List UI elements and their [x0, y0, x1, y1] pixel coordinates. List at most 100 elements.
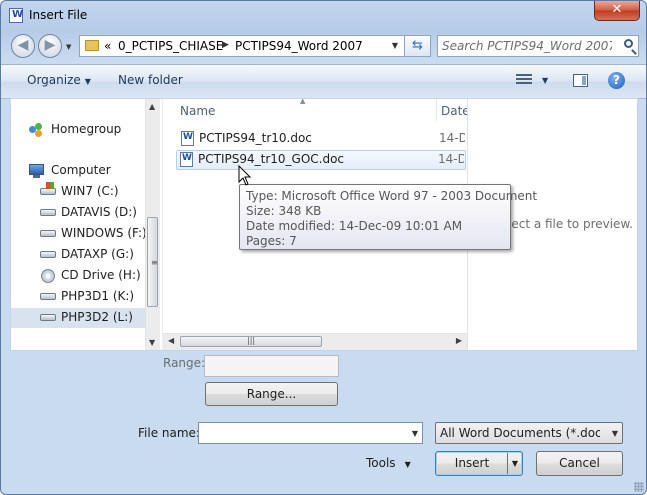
scrollbar-thumb[interactable]: ||| [180, 336, 322, 347]
nav-item-drive[interactable]: DATAVIS (D:) [11, 203, 147, 223]
file-name-input[interactable] [202, 425, 397, 441]
scroll-up-icon[interactable]: ▲ [149, 102, 155, 111]
nav-item-homegroup[interactable]: Homegroup [11, 120, 147, 140]
file-row[interactable]: PCTIPS94_tr10_GOC.doc 14-D [176, 150, 466, 170]
navigation-pane: Homegroup Computer WIN7 (C:) DATAVIS (D:… [11, 99, 161, 350]
tooltip-pages: Pages: 7 [246, 234, 297, 248]
nav-item-drive[interactable]: PHP3D1 (K:) [11, 287, 147, 307]
range-input [204, 355, 339, 377]
arrow-right-icon: ▶ [44, 37, 56, 53]
tooltip-size: Size: 348 KB [246, 204, 322, 218]
window-title: Insert File [29, 8, 88, 22]
hard-drive-icon [40, 251, 56, 258]
insert-options-chevron-icon[interactable]: ▼ [507, 453, 522, 474]
grip-icon: ≡ [151, 258, 158, 267]
insert-button[interactable]: Insert ▼ [435, 451, 523, 476]
column-header-name[interactable]: ▲ Name [163, 97, 437, 121]
nav-item-drive[interactable]: CD Drive (H:) [11, 266, 147, 286]
scroll-left-icon[interactable]: ◀ [168, 336, 174, 345]
file-date: 14-D [438, 152, 464, 166]
sort-ascending-icon: ▲ [300, 97, 306, 105]
forward-button[interactable]: ▶ [38, 34, 62, 58]
refresh-button[interactable]: ⇆ [405, 35, 431, 57]
column-header-label: Name [180, 104, 216, 118]
file-info-tooltip: Type: Microsoft Office Word 97 - 2003 Do… [239, 184, 537, 250]
breadcrumb-overflow[interactable]: « [104, 39, 111, 53]
nav-item-drive[interactable]: WIN7 (C:) [11, 182, 147, 202]
nav-item-computer[interactable]: Computer [11, 161, 147, 181]
file-date: 14-D [439, 131, 465, 145]
organize-button[interactable]: Organize ▼ [27, 73, 91, 87]
close-button[interactable]: ✕ [594, 1, 640, 21]
preview-pane-icon[interactable] [573, 74, 588, 87]
file-type-select[interactable]: All Word Documents (*.docx;*.docm;*.dotx… [435, 422, 623, 444]
insert-file-dialog: Insert File ✕ ◀ ▶ ▼ « 0_PCTIPS_CHIASE ▶ … [0, 0, 647, 495]
word-document-icon [181, 131, 194, 146]
word-app-icon [9, 8, 23, 23]
nav-item-drive[interactable]: WINDOWS (F:) [11, 224, 147, 244]
grip-icon: ||| [247, 336, 256, 345]
hard-drive-icon [40, 293, 56, 300]
homegroup-icon [29, 123, 44, 137]
nav-scrollbar[interactable]: ▲ ≡ ▼ [145, 99, 160, 350]
scroll-down-icon[interactable]: ▼ [149, 338, 155, 347]
scrollbar-thumb[interactable]: ≡ [147, 217, 158, 307]
file-name: PCTIPS94_tr10_GOC.doc [198, 152, 345, 166]
mouse-pointer-icon [238, 165, 252, 186]
recent-locations-chevron-icon[interactable]: ▼ [66, 43, 71, 51]
back-button[interactable]: ◀ [11, 34, 35, 58]
nav-item-label: PHP3D2 (L:) [61, 310, 133, 324]
nav-item-label: Computer [51, 163, 111, 177]
range-label: Range: [163, 356, 206, 370]
folder-icon [85, 40, 99, 51]
hard-drive-icon [40, 314, 56, 321]
tooltip-type: Type: Microsoft Office Word 97 - 2003 Do… [246, 189, 538, 203]
nav-item-drive[interactable]: DATAXP (G:) [11, 245, 147, 265]
column-header-label: Date [441, 104, 470, 118]
search-input[interactable] [442, 38, 612, 54]
breadcrumb-segment[interactable]: PCTIPS94_Word 2007 [235, 39, 363, 53]
nav-item-drive[interactable]: PHP3D2 (L:) [11, 308, 147, 328]
tooltip-modified: Date modified: 14-Dec-09 10:01 AM [246, 219, 463, 233]
address-bar[interactable]: « 0_PCTIPS_CHIASE ▶ PCTIPS94_Word 2007 ▼ [79, 35, 405, 57]
file-name: PCTIPS94_tr10.doc [199, 131, 312, 145]
command-toolbar: Organize ▼ New folder ▼ ? [1, 64, 646, 99]
nav-item-label: DATAVIS (D:) [61, 205, 137, 219]
file-name-combobox[interactable]: ▼ [198, 422, 423, 444]
search-box[interactable] [437, 35, 639, 57]
organize-label: Organize [27, 73, 81, 87]
refresh-icon: ⇆ [412, 38, 423, 53]
resize-grip-icon[interactable] [634, 482, 644, 492]
nav-item-label: CD Drive (H:) [61, 268, 141, 282]
horizontal-scrollbar[interactable]: ◀ ||| ▶ [163, 333, 467, 350]
chevron-down-icon[interactable]: ▼ [412, 429, 418, 438]
tools-menu-button[interactable]: Tools ▼ [366, 456, 411, 470]
tools-label: Tools [366, 456, 396, 470]
title-bar[interactable]: Insert File ✕ [1, 1, 646, 31]
cancel-button[interactable]: Cancel [536, 451, 623, 476]
view-options-chevron-icon[interactable]: ▼ [542, 76, 548, 85]
nav-item-label: PHP3D1 (K:) [61, 289, 135, 303]
breadcrumb-segment[interactable]: 0_PCTIPS_CHIASE [118, 39, 223, 53]
help-icon[interactable]: ? [608, 72, 625, 89]
system-drive-icon [40, 182, 56, 195]
range-button[interactable]: Range... [205, 382, 338, 406]
computer-icon [29, 164, 44, 178]
scroll-right-icon[interactable]: ▶ [456, 336, 462, 345]
hard-drive-icon [40, 209, 56, 216]
chevron-down-icon: ▼ [84, 77, 91, 86]
arrow-left-icon: ◀ [17, 37, 29, 53]
new-folder-button[interactable]: New folder [118, 73, 183, 87]
chevron-down-icon[interactable]: ▼ [612, 429, 618, 438]
column-header-date[interactable]: Date [437, 99, 470, 121]
view-options-icon[interactable] [516, 74, 532, 88]
nav-item-label: WIN7 (C:) [61, 184, 119, 198]
file-row[interactable]: PCTIPS94_tr10.doc 14-D [177, 129, 467, 149]
cd-drive-icon [41, 269, 55, 283]
address-dropdown-icon[interactable]: ▼ [392, 41, 398, 50]
search-icon[interactable] [624, 39, 633, 48]
word-document-icon [180, 152, 193, 167]
breadcrumb-chevron-icon[interactable]: ▶ [222, 40, 229, 50]
file-type-value: All Word Documents (*.docx;*.docm;*.dotx… [440, 426, 600, 440]
chevron-down-icon: ▼ [404, 460, 411, 469]
